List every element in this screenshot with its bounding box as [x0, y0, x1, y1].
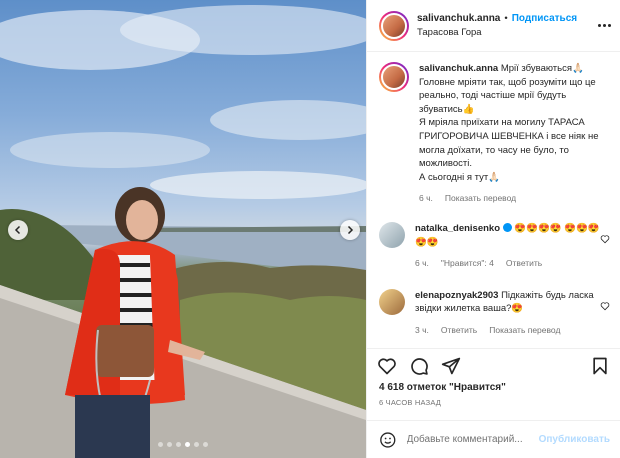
chevron-right-icon: [347, 225, 354, 235]
comments-list: salivanchuk.anna Мрії збуваються🙏🏻 Голов…: [367, 58, 620, 344]
post-photo[interactable]: [0, 0, 366, 458]
comment-item: natalka_denisenko 😍😍😍😍 😍😍😍😍😍 6 ч. "Нрави…: [379, 221, 610, 271]
comment-age[interactable]: 3 ч.: [415, 324, 429, 338]
caption-text-3: А сьогодні я тут🙏🏻: [419, 171, 501, 183]
carousel-dot: [185, 442, 190, 447]
location-link[interactable]: Тарасова Гора: [417, 26, 596, 40]
follow-button[interactable]: Подписаться: [512, 12, 577, 26]
share-icon[interactable]: [441, 356, 461, 376]
caption-avatar[interactable]: [379, 62, 409, 92]
caption-username[interactable]: salivanchuk.anna: [419, 63, 498, 74]
smile-icon[interactable]: [379, 431, 397, 449]
commenter-avatar[interactable]: [379, 221, 405, 248]
caption-age[interactable]: 6 ч.: [419, 192, 433, 206]
next-photo-button[interactable]: [340, 220, 360, 240]
more-options-icon[interactable]: [596, 24, 612, 27]
add-comment-bar: Опубликовать: [367, 420, 620, 458]
carousel-dot: [167, 442, 172, 447]
instagram-post: salivanchuk.anna • Подписаться Тарасова …: [0, 0, 620, 458]
carousel-dot: [194, 442, 199, 447]
comment-like-heart-icon[interactable]: [600, 234, 610, 244]
carousel-dots: [0, 442, 366, 447]
carousel-dot: [158, 442, 163, 447]
comment-age[interactable]: 6 ч.: [415, 257, 429, 271]
post-time: 6 ЧАСОВ НАЗАД: [379, 398, 442, 407]
caption-translate-link[interactable]: Показать перевод: [445, 192, 516, 206]
post-comment-button[interactable]: Опубликовать: [539, 434, 610, 445]
likes-count[interactable]: 4 618 отметок "Нравится": [379, 382, 506, 393]
author-username[interactable]: salivanchuk.anna: [417, 12, 500, 26]
post-header: salivanchuk.anna • Подписаться Тарасова …: [367, 0, 620, 52]
comment-username[interactable]: elenapoznyak2903: [415, 290, 498, 301]
caption: salivanchuk.anna Мрії збуваються🙏🏻 Голов…: [379, 62, 610, 206]
comment-username[interactable]: natalka_denisenko: [415, 223, 500, 234]
comment-likes[interactable]: "Нравится": 4: [441, 257, 494, 271]
comment-reply-button[interactable]: Ответить: [506, 257, 542, 271]
commenter-avatar[interactable]: [379, 288, 405, 315]
carousel-dot: [203, 442, 208, 447]
heart-icon[interactable]: [377, 356, 397, 376]
chevron-left-icon: [14, 225, 21, 235]
carousel-dot: [176, 442, 181, 447]
post-actions: [367, 348, 620, 378]
comment-item: elenapoznyak2903 Підкажіть будь ласка зв…: [379, 288, 610, 338]
comment-translate-link[interactable]: Показать перевод: [489, 324, 560, 338]
prev-photo-button[interactable]: [8, 220, 28, 240]
comment-reply-button[interactable]: Ответить: [441, 324, 477, 338]
bookmark-icon[interactable]: [590, 356, 610, 376]
comment-icon[interactable]: [409, 356, 429, 376]
post-side-panel: salivanchuk.anna • Подписаться Тарасова …: [366, 0, 620, 458]
comment-input[interactable]: [406, 434, 539, 445]
photo-scene: [0, 5, 366, 458]
verified-badge-icon: [502, 222, 512, 232]
comment-like-heart-icon[interactable]: [600, 301, 610, 311]
caption-text-2: Я мріяла приїхати на могилу ТАРАСА ГРИГО…: [419, 117, 599, 170]
author-avatar[interactable]: [379, 10, 409, 41]
separator-dot: •: [504, 12, 508, 24]
